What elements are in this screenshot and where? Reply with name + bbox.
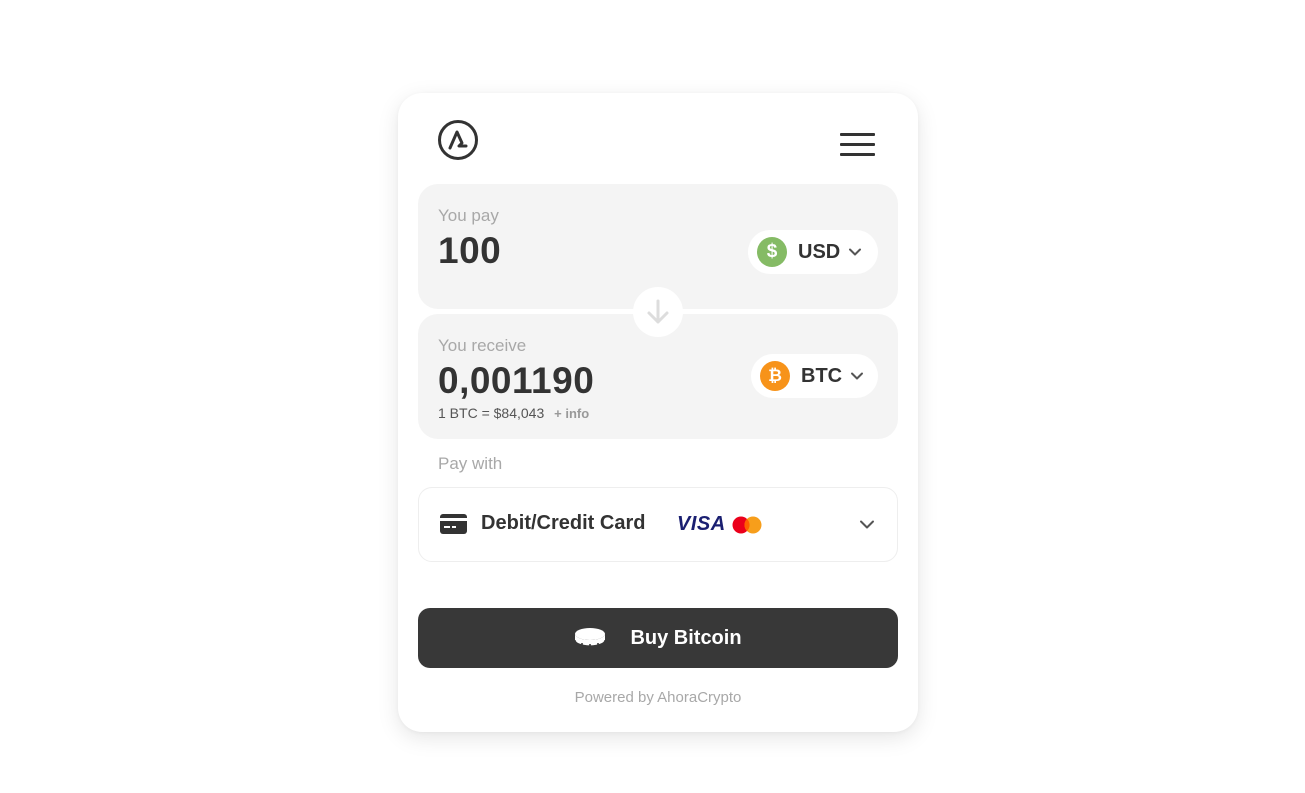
chevron-down-icon: [860, 520, 874, 529]
credit-card-icon: [440, 514, 467, 534]
exchange-rate-text: 1 BTC = $84,043: [438, 405, 545, 421]
chevron-down-icon: [849, 248, 862, 256]
payment-method-label: Debit/Credit Card: [481, 512, 646, 534]
hamburger-menu-icon[interactable]: [839, 131, 877, 159]
buy-bitcoin-button[interactable]: Buy Bitcoin: [418, 608, 898, 668]
visa-logo: VISA: [677, 513, 726, 535]
pay-amount-input[interactable]: 100: [438, 230, 501, 272]
ahoracrypto-logo-icon[interactable]: [437, 119, 479, 161]
buy-crypto-widget: You pay 100 $ USD You receive 0,001190 1…: [398, 93, 918, 732]
pay-currency-code: USD: [798, 240, 841, 263]
coins-icon: [574, 628, 607, 647]
arrow-down-icon: [647, 299, 669, 324]
payment-method-selector[interactable]: Debit/Credit Card VISA: [418, 487, 898, 562]
you-receive-label: You receive: [438, 336, 527, 355]
powered-by-footer: Powered by AhoraCrypto: [574, 689, 742, 706]
more-info-link[interactable]: + info: [554, 406, 589, 421]
pay-with-label: Pay with: [438, 454, 503, 473]
you-pay-label: You pay: [438, 206, 499, 225]
mastercard-logo-icon: [732, 516, 762, 534]
btc-coin-icon: ₿: [760, 361, 790, 391]
pay-currency-selector[interactable]: $ USD: [748, 230, 878, 274]
buy-button-label: Buy Bitcoin: [630, 626, 742, 649]
exchange-rate: 1 BTC = $84,043 + info: [438, 405, 589, 421]
chevron-down-icon: [851, 372, 864, 380]
swap-arrow-button[interactable]: [633, 287, 683, 337]
receive-amount: 0,001190: [438, 360, 595, 401]
receive-currency-selector[interactable]: ₿ BTC: [751, 354, 878, 398]
receive-currency-code: BTC: [801, 364, 843, 387]
usd-coin-icon: $: [757, 237, 787, 267]
